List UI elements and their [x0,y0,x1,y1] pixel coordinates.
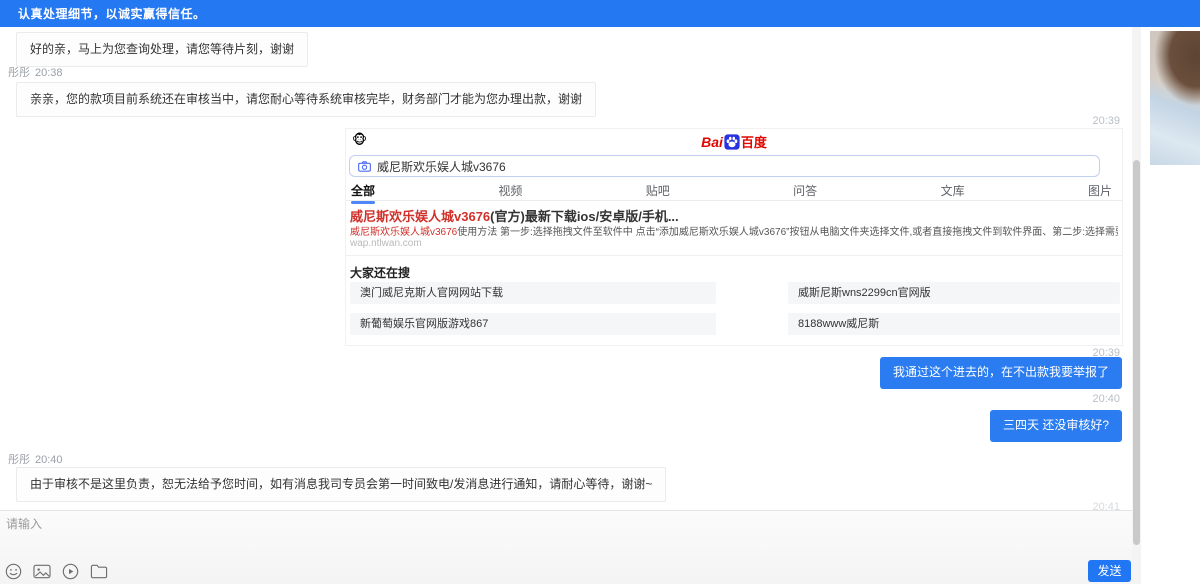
tab-qa: 问答 [791,182,819,200]
baidu-screenshot-image[interactable]: 🐵 Bai 百度 [345,128,1123,346]
tab-all: 全部 [349,182,377,200]
composer: 发送 [0,510,1132,584]
baidu-logo-text-bai: Bai [701,134,723,150]
message-time: 20:40 [35,454,63,466]
search-result-description: 威尼斯欢乐娱人城v3676使用方法 第一步:选择拖拽文件至软件中 点击“添加威尼… [350,223,1118,238]
related-item: 威斯尼斯wns2299cn官网版 [788,282,1120,304]
message-time: 20:38 [35,67,63,79]
scrollbar-track[interactable] [1132,27,1141,584]
agent-name: 彤彤 [8,67,30,79]
camera-icon [358,161,371,172]
agent-label-1: 彤彤 20:38 [8,64,63,80]
tab-tieba: 贴吧 [644,182,672,200]
agent-name: 彤彤 [8,454,30,466]
scrollbar-thumb[interactable] [1133,160,1140,545]
user-message-2: 三四天 还没审核好? [990,410,1122,442]
tab-divider [346,200,1122,201]
search-query-text: 威尼斯欢乐娱人城v3676 [377,158,506,175]
result-title-rest: (官方)最新下载ios/安卓版/手机... [490,209,679,224]
folder-icon[interactable] [90,563,108,579]
result-title-highlight: 威尼斯欢乐娱人城v3676 [350,209,490,224]
related-item: 新葡萄娱乐官网版游戏867 [350,313,716,335]
agent-message-1: 好的亲，马上为您查询处理，请您等待片刻，谢谢 [16,32,308,67]
video-icon[interactable] [62,563,79,580]
baidu-tab-bar: 全部 视频 贴吧 问答 文库 图片 [349,182,1114,200]
tab-images: 图片 [1086,182,1114,200]
related-item: 澳门威尼克斯人官网网站下载 [350,282,716,304]
banner-motto: 认真处理细节，以诚实赢得信任。 [18,5,206,22]
agent-message-3: 由于审核不是这里负责，恕无法给予您时间，如有消息我司专员会第一时间致电/发消息进… [16,467,666,502]
result-divider [346,255,1122,256]
related-searches: 澳门威尼克斯人官网网站下载 威斯尼斯wns2299cn官网版 新葡萄娱乐官网版游… [350,282,1120,335]
message-input[interactable] [6,515,906,555]
chat-area: 好的亲，马上为您查询处理，请您等待片刻，谢谢 彤彤 20:38 亲亲，您的款项目前… [0,27,1132,510]
agent-avatar-photo[interactable] [1150,31,1200,165]
timestamp-image-message: 20:39 [1092,115,1120,127]
baidu-paw-icon [724,134,740,150]
tab-wenku: 文库 [939,182,967,200]
emoji-icon[interactable] [5,563,22,580]
result-desc-highlight: 威尼斯欢乐娱人城v3676 [350,227,457,238]
related-item: 8188www威尼斯 [788,313,1120,335]
baidu-logo: Bai 百度 [346,132,1122,151]
baidu-logo-text-du: 百度 [741,132,767,151]
related-searches-title: 大家还在搜 [350,264,410,281]
agent-label-2: 彤彤 20:40 [8,451,63,467]
search-result-url: wap.ntlwan.com [350,238,422,249]
composer-toolbar [5,563,108,580]
result-desc-rest: 使用方法 第一步:选择拖拽文件至软件中 点击“添加威尼斯欢乐娱人城v3676”按… [457,227,1118,238]
timestamp-user-message-2: 20:40 [1092,393,1120,405]
top-banner: 认真处理细节，以诚实赢得信任。 [0,0,1200,27]
tab-video: 视频 [496,182,524,200]
chat-window: 认真处理细节，以诚实赢得信任。 好的亲，马上为您查询处理，请您等待片刻，谢谢 彤… [0,0,1200,584]
image-icon[interactable] [33,563,51,580]
screenshot-header: 🐵 Bai 百度 [346,129,1122,153]
send-button[interactable]: 发送 [1088,560,1131,582]
user-message-1: 我通过这个进去的，在不出款我要举报了 [880,357,1122,389]
baidu-search-box: 威尼斯欢乐娱人城v3676 [349,155,1100,177]
agent-message-2: 亲亲，您的款项目前系统还在审核当中，请您耐心等待系统审核完毕，财务部门才能为您办… [16,82,596,117]
